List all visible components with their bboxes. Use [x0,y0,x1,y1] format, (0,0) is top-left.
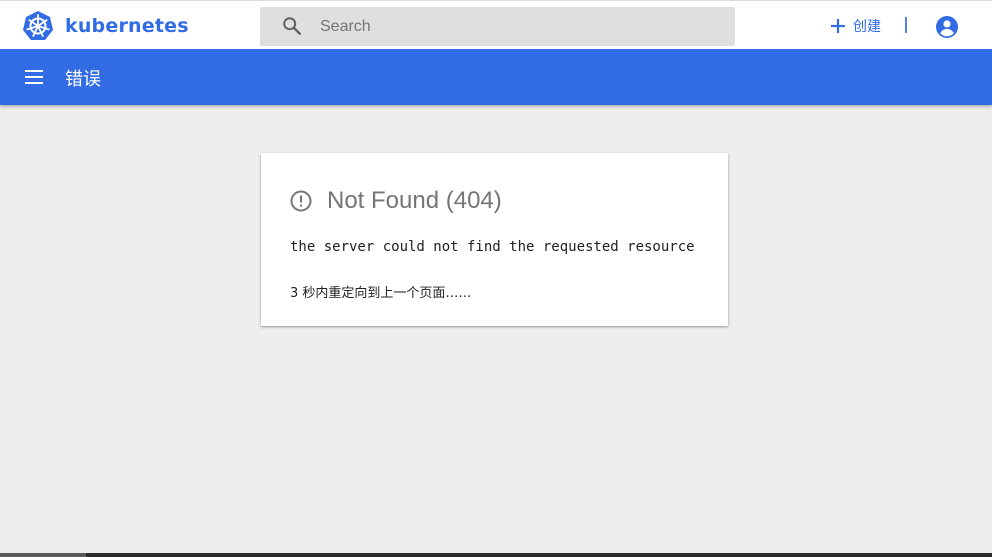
app-root: kubernetes 创建 错误 [0,0,992,557]
brand[interactable]: kubernetes [22,10,189,42]
bottom-edge-segment [0,553,86,557]
top-header: kubernetes 创建 [0,0,992,49]
error-outline-icon [290,190,312,212]
page-toolbar: 错误 [0,49,992,105]
account-circle-icon[interactable] [935,15,959,39]
bottom-edge [0,553,992,557]
kubernetes-logo-icon [23,11,53,40]
error-message: the server could not find the requested … [290,239,695,255]
brand-name: kubernetes [65,15,189,37]
menu-icon[interactable] [22,65,46,89]
error-title: Not Found (404) [327,187,502,214]
page-title: 错误 [65,69,101,90]
plus-icon [831,19,845,33]
create-button[interactable]: 创建 [829,14,881,38]
error-card: Not Found (404) the server could not fin… [261,153,728,326]
search-input[interactable] [320,7,720,46]
redirect-notice: 3 秒内重定向到上一个页面…… [290,286,472,301]
search-icon [283,17,301,35]
header-divider [905,17,907,33]
error-title-row: Not Found (404) [289,186,502,216]
search-bar [260,7,735,46]
create-label: 创建 [853,19,881,35]
